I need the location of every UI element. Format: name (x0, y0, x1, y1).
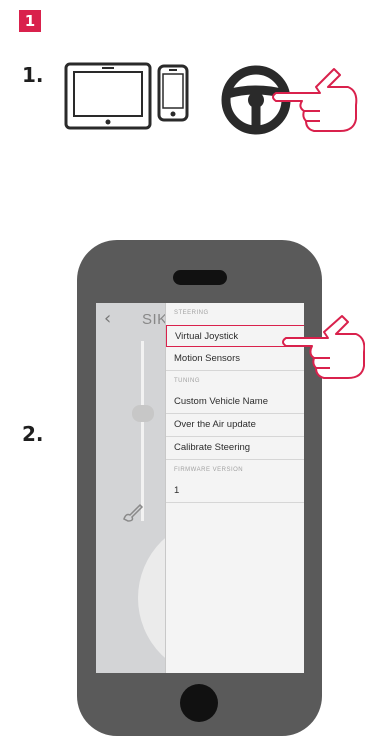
back-chevron-icon[interactable]: ‹ (104, 308, 111, 329)
tap-hand-icon (282, 315, 365, 379)
throttle-slider-track[interactable] (141, 341, 144, 521)
menu-item-custom-vehicle-name[interactable]: Custom Vehicle Name (166, 391, 304, 414)
menu-item-label: Calibrate Steering (174, 442, 251, 453)
phone-speaker (173, 270, 227, 285)
smartphone-icon (157, 64, 189, 122)
menu-item-ota-update[interactable]: Over the Air update (166, 414, 304, 437)
step-2-label: 2. (22, 422, 44, 446)
menu-item-label: Custom Vehicle Name (174, 396, 268, 407)
phone-screen: ‹ SIKI STEERING Virtual Joystick Motion … (96, 303, 304, 673)
menu-item-label: Motion Sensors (174, 353, 241, 364)
menu-item-calibrate-steering[interactable]: Calibrate Steering (166, 437, 304, 460)
menu-item-label: Virtual Joystick (175, 331, 239, 342)
pen-icon[interactable] (122, 501, 144, 523)
menu-item-label: Over the Air update (174, 419, 256, 430)
firmware-version-value: 1 (174, 485, 180, 496)
section-header-firmware: FIRMWARE VERSION (174, 467, 244, 473)
firmware-version-row: 1 (166, 480, 304, 503)
throttle-slider-knob[interactable] (132, 405, 154, 422)
step-1-label: 1. (22, 63, 44, 87)
home-button[interactable] (180, 684, 218, 722)
section-header-tuning: TUNING (174, 378, 200, 384)
tablet-icon (64, 62, 152, 130)
step-badge: 1 (19, 10, 41, 32)
tap-hand-icon (272, 68, 358, 132)
section-header-steering: STEERING (174, 310, 209, 316)
